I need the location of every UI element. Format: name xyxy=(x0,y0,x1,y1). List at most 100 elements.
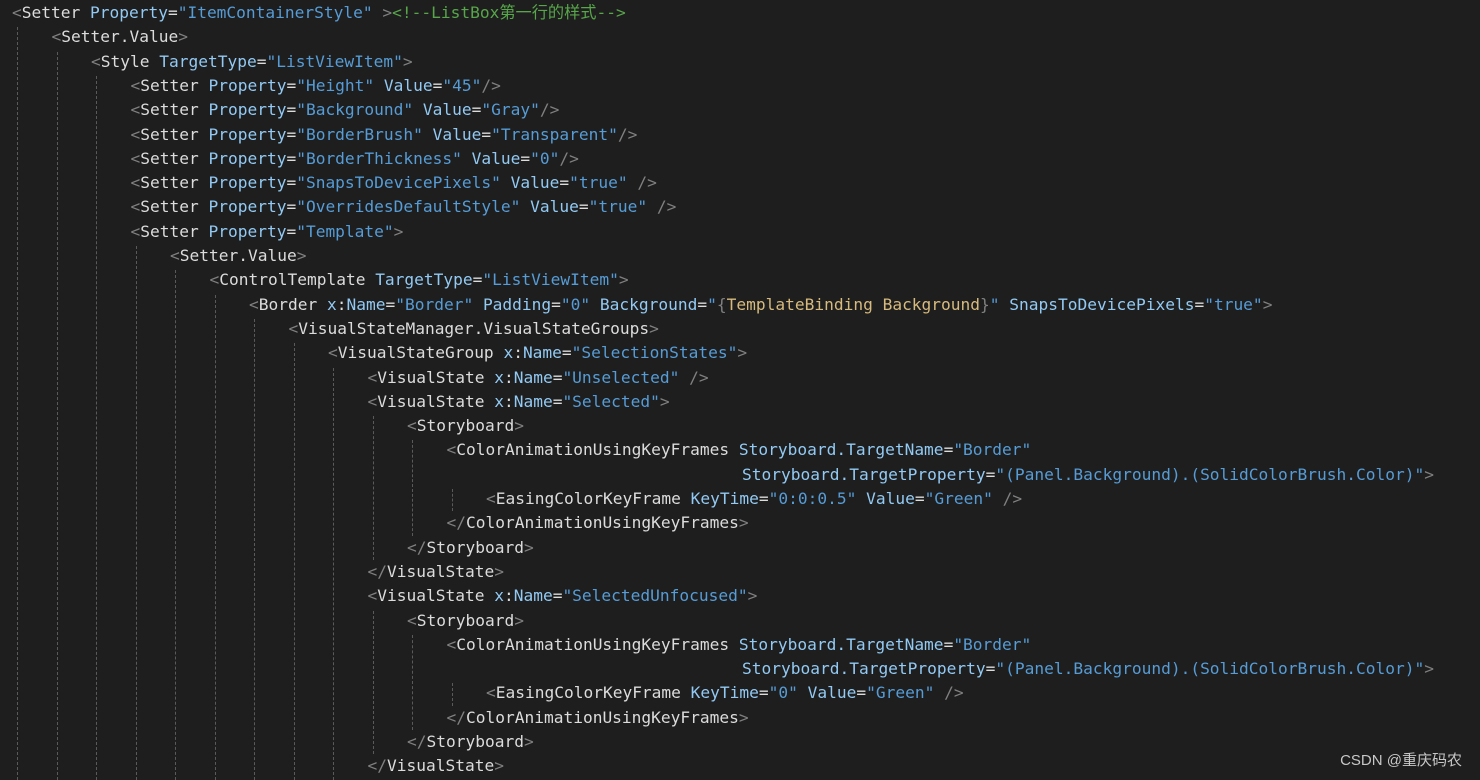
token-operator: = xyxy=(385,294,396,314)
token-operator: = xyxy=(256,51,267,71)
code-line: <VisualState x:Name="SelectedUnfocused"> xyxy=(368,584,758,608)
token-attribute-name: Property xyxy=(208,148,287,168)
token-punctuation: < xyxy=(130,173,141,193)
token-attribute-name: x xyxy=(494,367,504,387)
token-punctuation: < xyxy=(367,586,378,606)
token-element-name: VisualStateGroup xyxy=(337,343,494,363)
token-element-name: VisualState xyxy=(387,561,495,581)
token-operator: = xyxy=(472,270,483,290)
token-attribute-name: x xyxy=(494,586,504,606)
token-comment: <!--ListBox第一行的样式--> xyxy=(392,3,626,22)
token-operator: = xyxy=(520,148,531,168)
token-attribute-value: "SnapsToDevicePixels" xyxy=(296,173,501,193)
token-element-name: ColorAnimationUsingKeyFrames xyxy=(466,707,739,727)
token-whitespace xyxy=(374,76,384,95)
token-element-name: Setter.Value xyxy=(61,27,179,47)
code-editor[interactable]: <Setter Property="ItemContainerStyle" ><… xyxy=(0,0,1480,780)
token-element-name: Setter.Value xyxy=(179,246,297,265)
token-punctuation: < xyxy=(249,294,259,314)
token-attribute-value: "Unselected" xyxy=(562,367,680,387)
token-punctuation: < xyxy=(367,367,378,387)
code-line: <Setter Property="OverridesDefaultStyle"… xyxy=(131,195,677,219)
token-attribute-value: "ListViewItem" xyxy=(266,51,403,71)
token-attribute-value: "ItemContainerStyle" xyxy=(177,3,373,22)
indent-guide xyxy=(451,683,453,706)
token-punctuation: /> xyxy=(617,124,638,144)
token-punctuation: > xyxy=(178,27,188,47)
code-line: </Storyboard> xyxy=(407,536,534,560)
token-attribute-value: "BorderBrush" xyxy=(296,124,423,144)
token-punctuation: > xyxy=(618,270,629,290)
token-attribute-name: Storyboard.TargetProperty xyxy=(742,464,986,484)
token-punctuation: > xyxy=(1424,659,1434,679)
token-punctuation: < xyxy=(486,683,496,703)
token-attribute-value: "0" xyxy=(560,294,591,314)
code-line: <ColorAnimationUsingKeyFrames Storyboard… xyxy=(447,438,1032,462)
token-attribute-value: "(Panel.Background).(SolidColorBrush.Col… xyxy=(995,659,1425,679)
token-element-name: Setter xyxy=(140,124,199,144)
token-attribute-name: x xyxy=(503,343,514,363)
token-attribute-value: "Transparent" xyxy=(491,124,618,144)
token-element-name: ColorAnimationUsingKeyFrames xyxy=(456,634,730,654)
code-line: <ColorAnimationUsingKeyFrames Storyboard… xyxy=(447,633,1032,657)
token-element-name: Setter xyxy=(21,3,81,22)
token-attribute-value: "Green" xyxy=(924,489,993,508)
token-punctuation: /> xyxy=(689,367,709,387)
token-operator: = xyxy=(985,464,996,484)
token-punctuation: </ xyxy=(446,513,467,533)
token-attribute-value: "0" xyxy=(530,148,560,168)
indent-guide xyxy=(372,610,374,755)
token-punctuation: < xyxy=(407,610,417,630)
code-line: <EasingColorKeyFrame KeyTime="0" Value="… xyxy=(486,681,964,705)
token-attribute-value: " xyxy=(707,294,717,314)
token-operator: : xyxy=(513,343,523,363)
token-whitespace xyxy=(681,489,691,508)
indent-guide xyxy=(96,75,97,780)
token-element-name: VisualState xyxy=(377,391,485,411)
token-punctuation: < xyxy=(130,148,141,168)
token-element-name: Storyboard xyxy=(416,416,515,436)
token-punctuation: /> xyxy=(944,683,964,703)
code-line: <Setter Property="BorderThickness" Value… xyxy=(131,147,579,171)
code-line: <Setter Property="SnapsToDevicePixels" V… xyxy=(131,171,657,195)
token-punctuation: < xyxy=(130,75,141,95)
token-operator: = xyxy=(697,294,708,314)
code-line: <VisualStateManager.VisualStateGroups> xyxy=(289,317,659,341)
token-operator: = xyxy=(578,197,589,217)
token-punctuation: < xyxy=(130,124,141,144)
token-punctuation: > xyxy=(393,221,404,241)
token-element-name: ColorAnimationUsingKeyFrames xyxy=(466,513,739,533)
token-operator: : xyxy=(503,391,514,411)
token-attribute-name: Property xyxy=(89,3,168,22)
token-element-name: Storyboard xyxy=(426,732,524,751)
token-punctuation: /> xyxy=(637,173,657,193)
token-attribute-name: KeyTime xyxy=(690,683,759,703)
code-line: </ColorAnimationUsingKeyFrames> xyxy=(447,706,749,730)
code-line: <Setter.Value> xyxy=(170,244,306,268)
token-operator: = xyxy=(286,221,297,241)
token-attribute-name: Storyboard.TargetName xyxy=(738,440,944,460)
token-element-name: Setter xyxy=(140,75,199,95)
token-operator: = xyxy=(758,489,769,508)
token-attribute-value: "Gray" xyxy=(481,100,540,120)
token-attribute-name: x xyxy=(326,294,337,314)
token-punctuation: < xyxy=(12,3,22,22)
token-attribute-name: Property xyxy=(208,75,287,95)
code-line: <Setter Property="Height" Value="45"/> xyxy=(131,74,501,98)
token-element-name: VisualState xyxy=(387,756,495,776)
token-operator: = xyxy=(561,343,572,363)
token-attribute-value: "45" xyxy=(442,75,482,95)
token-attribute-name: Storyboard.TargetName xyxy=(738,634,944,654)
token-punctuation: < xyxy=(328,343,338,363)
code-line: <Setter Property="ItemContainerStyle" ><… xyxy=(12,1,626,25)
code-line: <Setter Property="Template"> xyxy=(131,220,404,244)
token-attribute-value: "OverridesDefaultStyle" xyxy=(296,197,521,217)
code-line: </VisualState> xyxy=(368,754,504,778)
token-operator: = xyxy=(552,586,563,606)
token-punctuation: < xyxy=(130,197,141,217)
token-punctuation: > xyxy=(1424,464,1434,484)
token-whitespace xyxy=(647,197,657,216)
token-markup-extension: TemplateBinding Background xyxy=(726,294,981,314)
token-attribute-value: "Background" xyxy=(296,100,414,120)
token-punctuation: > xyxy=(1262,294,1273,314)
